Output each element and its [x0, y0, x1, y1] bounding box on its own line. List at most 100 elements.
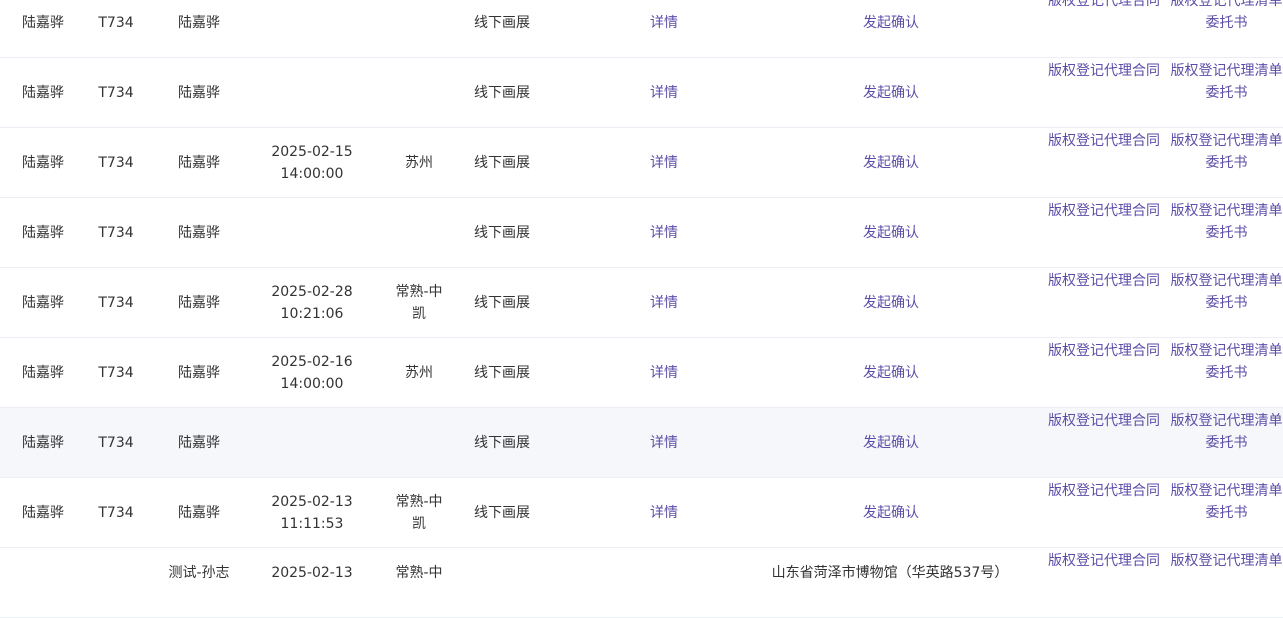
code-cell: T734: [98, 294, 134, 311]
city-cell: [372, 0, 466, 57]
city-cell: 苏州: [405, 364, 433, 381]
agent-cell: 陆嘉骅: [178, 364, 220, 381]
initiate-confirm-link[interactable]: 发起确认: [756, 198, 1026, 267]
detail-link[interactable]: 详情: [620, 58, 708, 127]
name-cell: 陆嘉骅: [22, 294, 64, 311]
type-cell: 线下画展: [474, 84, 530, 101]
agency-contract-link[interactable]: 版权登记代理合同: [1048, 550, 1160, 572]
table-row: 陆嘉骅 T734 陆嘉骅 线下画展 详情 发起确认 版权登记代理合同 版权登记代…: [0, 408, 1283, 478]
document-links: 版权登记代理合同 版权登记代理清单委托书: [1040, 0, 1283, 57]
detail-link[interactable]: 详情: [620, 128, 708, 197]
city-cell: 常熟-中凯: [395, 283, 443, 322]
agency-list-letter-link[interactable]: 版权登记代理清单委托书: [1170, 130, 1283, 174]
agency-contract-link[interactable]: 版权登记代理合同: [1048, 60, 1160, 82]
address-cell: 山东省菏泽市博物馆（华英路537号）: [771, 565, 1009, 581]
table-row: 陆嘉骅 T734 陆嘉骅 线下画展 详情 发起确认 版权登记代理合同 版权登记代…: [0, 58, 1283, 128]
agent-cell: 测试-孙志: [168, 565, 230, 581]
name-cell: 陆嘉骅: [22, 224, 64, 241]
city-cell: [372, 408, 466, 477]
name-cell: 陆嘉骅: [22, 504, 64, 521]
code-cell: T734: [98, 84, 134, 101]
detail-link[interactable]: 详情: [620, 478, 708, 547]
city-cell: 苏州: [405, 154, 433, 171]
time-cell: 2025-02-15 14:00:00: [271, 143, 353, 182]
code-cell: T734: [98, 224, 134, 241]
agency-contract-link[interactable]: 版权登记代理合同: [1048, 200, 1160, 222]
agency-contract-link[interactable]: 版权登记代理合同: [1048, 410, 1160, 432]
city-cell: [372, 198, 466, 267]
table-row: 陆嘉骅 T734 陆嘉骅 2025-02-28 10:21:06 常熟-中凯 线…: [0, 268, 1283, 338]
table-row: 陆嘉骅 T734 陆嘉骅 2025-02-13 11:11:53 常熟-中凯 线…: [0, 478, 1283, 548]
type-cell: 线下画展: [474, 434, 530, 451]
document-links: 版权登记代理合同 版权登记代理清单委托书: [1040, 198, 1283, 267]
agency-contract-link[interactable]: 版权登记代理合同: [1048, 480, 1160, 502]
name-cell: 陆嘉骅: [22, 434, 64, 451]
agent-cell: 陆嘉骅: [178, 224, 220, 241]
document-links: 版权登记代理合同 版权登记代理清单委托书: [1040, 338, 1283, 407]
initiate-confirm-link[interactable]: 发起确认: [756, 268, 1026, 337]
initiate-confirm-link[interactable]: 发起确认: [756, 0, 1026, 57]
detail-link[interactable]: 详情: [620, 0, 708, 57]
detail-link[interactable]: 详情: [620, 198, 708, 267]
table-row: 陆嘉骅 T734 陆嘉骅 2025-02-15 14:00:00 苏州 线下画展…: [0, 128, 1283, 198]
agency-list-letter-link[interactable]: 版权登记代理清单委托书: [1170, 270, 1283, 314]
name-cell: 陆嘉骅: [22, 154, 64, 171]
type-cell: 线下画展: [474, 154, 530, 171]
detail-link[interactable]: 详情: [620, 338, 708, 407]
document-links: 版权登记代理合同 版权登记代理清单委托书: [1040, 268, 1283, 337]
time-cell: 2025-02-13: [271, 565, 353, 581]
code-cell: T734: [98, 364, 134, 381]
city-cell: 常熟-中凯: [395, 493, 443, 532]
time-cell: 2025-02-16 14:00:00: [271, 353, 353, 392]
initiate-confirm-link[interactable]: 发起确认: [756, 408, 1026, 477]
table-row: 陆嘉骅 T734 陆嘉骅 2025-02-16 14:00:00 苏州 线下画展…: [0, 338, 1283, 408]
records-table: 陆嘉骅 T734 陆嘉骅 线下画展 详情 发起确认 版权登记代理合同 版权登记代…: [0, 0, 1283, 618]
table-row-partial: 测试-孙志 2025-02-13 常熟-中 山东省菏泽市博物馆（华英路537号）…: [0, 548, 1283, 618]
initiate-confirm-link[interactable]: 发起确认: [756, 128, 1026, 197]
code-cell: T734: [98, 154, 134, 171]
agency-contract-link[interactable]: 版权登记代理合同: [1048, 270, 1160, 292]
agency-list-letter-link[interactable]: 版权登记代理清单委托书: [1170, 480, 1283, 524]
type-cell: 线下画展: [474, 224, 530, 241]
agency-list-letter-link[interactable]: 版权登记代理清单委托书: [1170, 340, 1283, 384]
time-cell: [252, 408, 372, 477]
agency-list-link[interactable]: 版权登记代理清单: [1170, 550, 1283, 572]
agency-list-letter-link[interactable]: 版权登记代理清单委托书: [1170, 0, 1283, 34]
table-row: 陆嘉骅 T734 陆嘉骅 线下画展 详情 发起确认 版权登记代理合同 版权登记代…: [0, 198, 1283, 268]
time-cell: [252, 0, 372, 57]
agent-cell: 陆嘉骅: [178, 294, 220, 311]
agent-cell: 陆嘉骅: [178, 84, 220, 101]
agency-list-letter-link[interactable]: 版权登记代理清单委托书: [1170, 60, 1283, 104]
time-cell: [252, 58, 372, 127]
document-links: 版权登记代理合同 版权登记代理清单委托书: [1040, 128, 1283, 197]
city-cell: 常熟-中: [395, 565, 443, 581]
initiate-confirm-link[interactable]: 发起确认: [756, 58, 1026, 127]
time-cell: 2025-02-13 11:11:53: [271, 493, 353, 532]
agent-cell: 陆嘉骅: [178, 434, 220, 451]
agency-list-letter-link[interactable]: 版权登记代理清单委托书: [1170, 410, 1283, 454]
initiate-confirm-link[interactable]: 发起确认: [756, 478, 1026, 547]
type-cell: 线下画展: [474, 364, 530, 381]
document-links: 版权登记代理合同 版权登记代理清单委托书: [1040, 58, 1283, 127]
agency-contract-link[interactable]: 版权登记代理合同: [1048, 130, 1160, 152]
agency-list-letter-link[interactable]: 版权登记代理清单委托书: [1170, 200, 1283, 244]
agent-cell: 陆嘉骅: [178, 14, 220, 31]
agency-contract-link[interactable]: 版权登记代理合同: [1048, 0, 1160, 12]
type-cell: 线下画展: [474, 14, 530, 31]
code-cell: T734: [98, 14, 134, 31]
name-cell: 陆嘉骅: [22, 14, 64, 31]
initiate-confirm-link[interactable]: 发起确认: [756, 338, 1026, 407]
name-cell: 陆嘉骅: [22, 84, 64, 101]
time-cell: [252, 198, 372, 267]
detail-link[interactable]: 详情: [620, 408, 708, 477]
time-cell: 2025-02-28 10:21:06: [271, 283, 353, 322]
agent-cell: 陆嘉骅: [178, 504, 220, 521]
agent-cell: 陆嘉骅: [178, 154, 220, 171]
type-cell: 线下画展: [474, 504, 530, 521]
city-cell: [372, 58, 466, 127]
document-links: 版权登记代理合同 版权登记代理清单委托书: [1040, 408, 1283, 477]
detail-link[interactable]: 详情: [620, 268, 708, 337]
name-cell: 陆嘉骅: [22, 364, 64, 381]
document-links: 版权登记代理合同 版权登记代理清单: [1040, 548, 1283, 617]
agency-contract-link[interactable]: 版权登记代理合同: [1048, 340, 1160, 362]
